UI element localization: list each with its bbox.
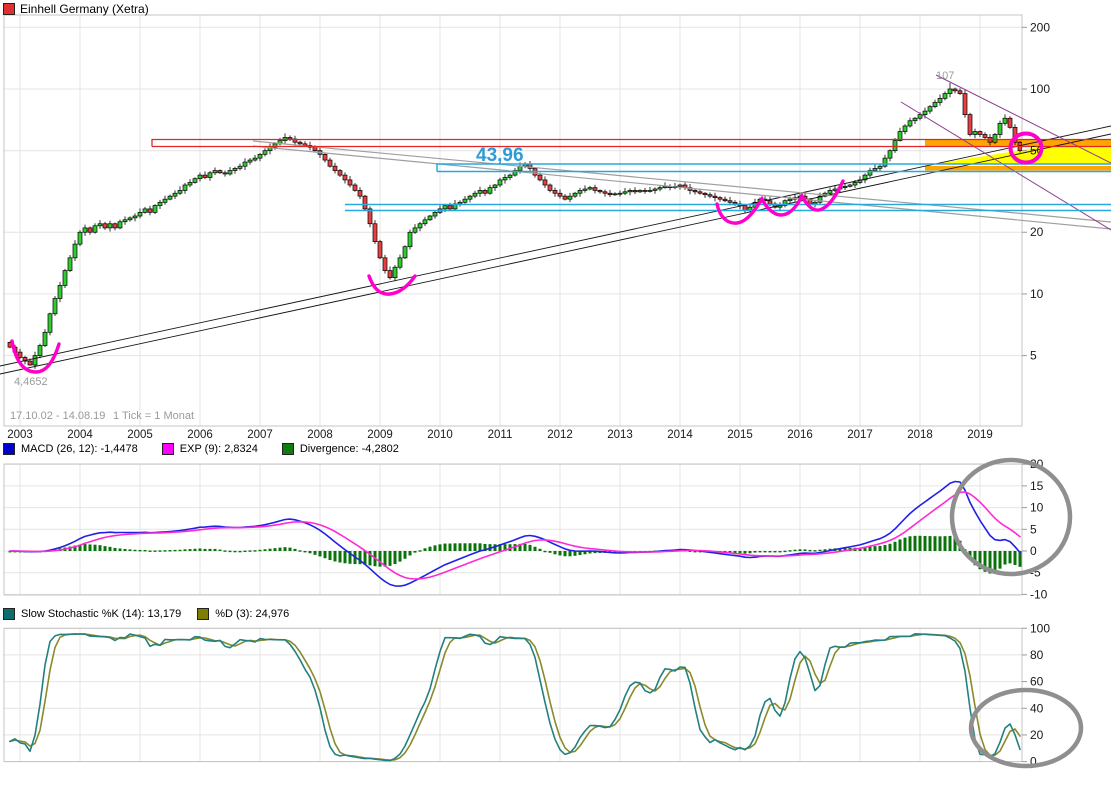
candlesticks xyxy=(8,83,1022,369)
divergence-swatch xyxy=(282,443,294,455)
titlebar: Einhell Germany (Xetra) xyxy=(3,2,149,16)
grid-lines xyxy=(4,15,1022,762)
macd-swatch xyxy=(3,443,15,455)
y-axis-tick-label: -10 xyxy=(1030,587,1048,601)
macd-legend-item: MACD (26, 12): -1,4478 xyxy=(3,443,138,455)
x-axis-year-label: 2004 xyxy=(67,429,93,441)
y-axis-tick-label: 5 xyxy=(1030,522,1037,536)
stoch-d-line xyxy=(10,634,1020,760)
ascending-black-1 xyxy=(0,126,1111,366)
chart-title: Einhell Germany (Xetra) xyxy=(20,2,149,16)
y-axis-tick-label: 20 xyxy=(1030,728,1044,742)
x-axis-year-label: 2015 xyxy=(727,429,753,441)
highlight-bands xyxy=(922,140,1111,171)
x-axis-year-label: 2017 xyxy=(847,429,873,441)
gray-circle-stoch xyxy=(971,690,1081,766)
y-axis-tick-label: 5 xyxy=(1030,349,1037,363)
y-axis-tick-label: 200 xyxy=(1030,20,1050,34)
exp-swatch xyxy=(162,443,174,455)
axis-labels: 200100502010520151050-5-1010080604020020… xyxy=(7,20,1050,768)
exp-legend-label: EXP (9): 2,8324 xyxy=(180,443,258,455)
y-axis-tick-label: 0 xyxy=(1030,544,1037,558)
resistance-price-label: 43,96 xyxy=(476,145,524,166)
macd-line xyxy=(10,482,1020,587)
y-axis-tick-label: 60 xyxy=(1030,675,1044,689)
date-range-label: 17.10.02 - 14.08.19 xyxy=(10,410,105,422)
x-axis-year-label: 2006 xyxy=(187,429,213,441)
stoch-d-legend-item: %D (3): 24,976 xyxy=(197,608,289,620)
chart-canvas: 200100502010520151050-5-1010080604020020… xyxy=(0,0,1111,786)
x-axis-year-label: 2012 xyxy=(547,429,573,441)
exp-legend-item: EXP (9): 2,8324 xyxy=(162,443,258,455)
macd-signal-line xyxy=(10,492,1020,579)
stoch-d-legend-label: %D (3): 24,976 xyxy=(215,608,289,620)
x-axis-year-label: 2005 xyxy=(127,429,153,441)
annotation-lines xyxy=(0,75,1111,374)
x-axis-year-label: 2008 xyxy=(307,429,333,441)
macd-lines xyxy=(10,482,1020,587)
y-axis-tick-label: 80 xyxy=(1030,648,1044,662)
tick-note-label: 1 Tick = 1 Monat xyxy=(113,410,194,422)
x-axis-year-label: 2016 xyxy=(787,429,813,441)
x-axis-year-label: 2019 xyxy=(967,429,993,441)
all-time-low-label: 4,4652 xyxy=(14,376,48,388)
chart-window: 200100502010520151050-5-1010080604020020… xyxy=(0,0,1111,786)
x-axis-year-label: 2010 xyxy=(427,429,453,441)
y-axis-tick-label: 10 xyxy=(1030,287,1044,301)
x-axis-year-label: 2018 xyxy=(907,429,933,441)
x-axis-year-label: 2014 xyxy=(667,429,693,441)
divergence-legend-label: Divergence: -4,2802 xyxy=(300,443,399,455)
y-axis-tick-label: 15 xyxy=(1030,479,1044,493)
stoch-d-swatch xyxy=(197,608,209,620)
y-axis-tick-label: 100 xyxy=(1030,621,1050,635)
stochastic-lines xyxy=(10,634,1020,761)
y-axis-tick-label: 10 xyxy=(1030,501,1044,515)
x-axis-year-label: 2011 xyxy=(488,429,513,441)
y-axis-tick-label: 100 xyxy=(1030,82,1050,96)
peak-price-label: 107 xyxy=(936,70,954,82)
y-axis-tick-label: 40 xyxy=(1030,701,1044,715)
stoch-k-swatch xyxy=(3,608,15,620)
y-axis-tick-label: 20 xyxy=(1030,225,1044,239)
yellow-triangle xyxy=(922,147,1111,167)
macd-legend: MACD (26, 12): -1,4478 EXP (9): 2,8324 D… xyxy=(3,443,423,455)
x-axis-year-label: 2013 xyxy=(607,429,633,441)
stoch-k-line xyxy=(10,634,1020,761)
stoch-k-legend-item: Slow Stochastic %K (14): 13,179 xyxy=(3,608,181,620)
divergence-legend-item: Divergence: -4,2802 xyxy=(282,443,399,455)
stochastic-legend: Slow Stochastic %K (14): 13,179 %D (3): … xyxy=(3,608,305,620)
x-axis-year-label: 2009 xyxy=(367,429,393,441)
stoch-k-legend-label: Slow Stochastic %K (14): 13,179 xyxy=(21,608,181,620)
x-axis-year-label: 2003 xyxy=(7,429,33,441)
x-axis-year-label: 2007 xyxy=(247,429,273,441)
macd-legend-label: MACD (26, 12): -1,4478 xyxy=(21,443,138,455)
series-color-swatch xyxy=(3,3,15,15)
